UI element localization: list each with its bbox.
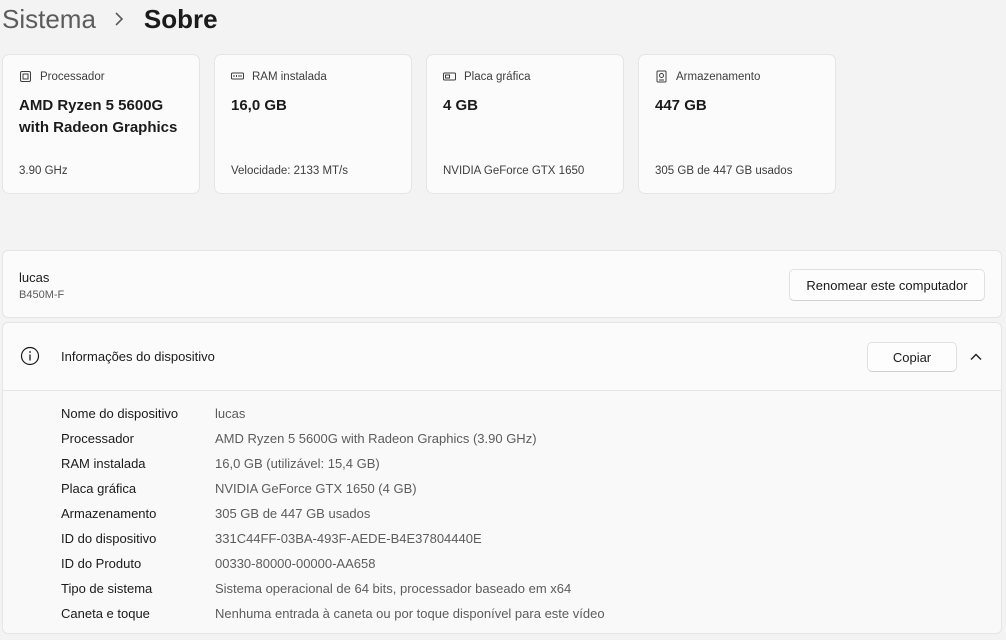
spec-card-value: 4 GB (443, 97, 479, 114)
spec-card-value: 16,0 GB (231, 97, 287, 114)
spec-card-processor: Processador AMD Ryzen 5 5600G with Radeo… (2, 54, 200, 194)
spec-card-header: Processador (19, 70, 105, 83)
computer-name-card: lucas B450M-F Renomear este computador (2, 250, 1002, 318)
info-row-label: Nome do dispositivo (61, 406, 179, 421)
spec-card-header: Placa gráfica (443, 70, 530, 83)
copy-button[interactable]: Copiar (867, 342, 957, 372)
info-row-label: ID do Produto (61, 556, 142, 571)
device-info-panel: Informações do dispositivo Copiar Nome d… (2, 322, 1002, 634)
device-info-list: Nome do dispositivo lucas Processador AM… (61, 401, 605, 626)
info-row-label: Tipo de sistema (61, 581, 153, 596)
info-row-label: ID do dispositivo (61, 531, 157, 546)
info-row-value: Sistema operacional de 64 bits, processa… (215, 581, 572, 596)
spec-card-graphics: Placa gráfica 4 GB NVIDIA GeForce GTX 16… (426, 54, 624, 194)
info-row-value: lucas (215, 406, 246, 421)
info-row-device-id: ID do dispositivo 331C44FF-03BA-493F-AED… (61, 526, 605, 551)
spec-card-label: RAM instalada (252, 70, 327, 83)
memory-ram-icon (231, 70, 244, 83)
spec-card-label: Placa gráfica (464, 70, 531, 83)
spec-card-header: RAM instalada (231, 70, 327, 83)
info-row-value: Nenhuma entrada à caneta ou por toque di… (215, 606, 605, 621)
info-row-pen-touch: Caneta e toque Nenhuma entrada à caneta … (61, 601, 605, 626)
info-row-label: Armazenamento (61, 506, 157, 521)
spec-card-detail: 305 GB de 447 GB usados (655, 165, 793, 177)
info-row-value: 305 GB de 447 GB usados (215, 506, 371, 521)
breadcrumb: Sistema Sobre (2, 0, 218, 38)
spec-card-header: Armazenamento (655, 70, 760, 83)
chevron-right-icon (114, 0, 128, 38)
info-row-system-type: Tipo de sistema Sistema operacional de 6… (61, 576, 605, 601)
info-row-storage: Armazenamento 305 GB de 447 GB usados (61, 501, 605, 526)
info-row-value: AMD Ryzen 5 5600G with Radeon Graphics (… (215, 431, 537, 446)
info-row-processor: Processador AMD Ryzen 5 5600G with Radeo… (61, 426, 605, 451)
spec-card-detail: 3.90 GHz (19, 165, 68, 177)
breadcrumb-system-link[interactable]: Sistema (2, 0, 96, 38)
info-row-label: Placa gráfica (61, 481, 137, 496)
info-row-product-id: ID do Produto 00330-80000-00000-AA658 (61, 551, 605, 576)
spec-card-label: Processador (40, 70, 105, 83)
chevron-up-icon[interactable] (969, 350, 983, 364)
settings-about-page: Sistema Sobre Processador AMD Ryzen 5 56… (0, 0, 1006, 640)
info-row-ram: RAM instalada 16,0 GB (utilizável: 15,4 … (61, 451, 605, 476)
info-row-graphics: Placa gráfica NVIDIA GeForce GTX 1650 (4… (61, 476, 605, 501)
spec-card-detail: NVIDIA GeForce GTX 1650 (443, 165, 585, 177)
info-row-value: 331C44FF-03BA-493F-AEDE-B4E37804440E (215, 531, 482, 546)
info-row-label: Processador (61, 431, 134, 446)
spec-card-label: Armazenamento (676, 70, 761, 83)
rename-computer-button[interactable]: Renomear este computador (789, 269, 985, 301)
spec-card-storage: Armazenamento 447 GB 305 GB de 447 GB us… (638, 54, 836, 194)
info-row-value: NVIDIA GeForce GTX 1650 (4 GB) (215, 481, 417, 496)
info-row-value: 00330-80000-00000-AA658 (215, 556, 376, 571)
processor-chip-icon (19, 70, 32, 83)
info-row-label: RAM instalada (61, 456, 146, 471)
graphics-card-icon (443, 70, 456, 83)
computer-model: B450M-F (19, 289, 65, 301)
spec-card-ram: RAM instalada 16,0 GB Velocidade: 2133 M… (214, 54, 412, 194)
info-row-device-name: Nome do dispositivo lucas (61, 401, 605, 426)
spec-card-value: AMD Ryzen 5 5600G with Radeon Graphics (19, 97, 178, 136)
spec-card-detail: Velocidade: 2133 MT/s (231, 165, 348, 177)
page-title: Sobre (143, 4, 218, 34)
spec-card-value: 447 GB (655, 97, 707, 114)
device-info-header[interactable]: Informações do dispositivo Copiar (3, 323, 1001, 391)
info-icon (20, 346, 40, 366)
storage-drive-icon (655, 70, 668, 83)
info-row-value: 16,0 GB (utilizável: 15,4 GB) (215, 456, 380, 471)
device-info-title: Informações do dispositivo (61, 349, 215, 364)
computer-name: lucas (19, 270, 50, 285)
info-row-label: Caneta e toque (61, 606, 150, 621)
